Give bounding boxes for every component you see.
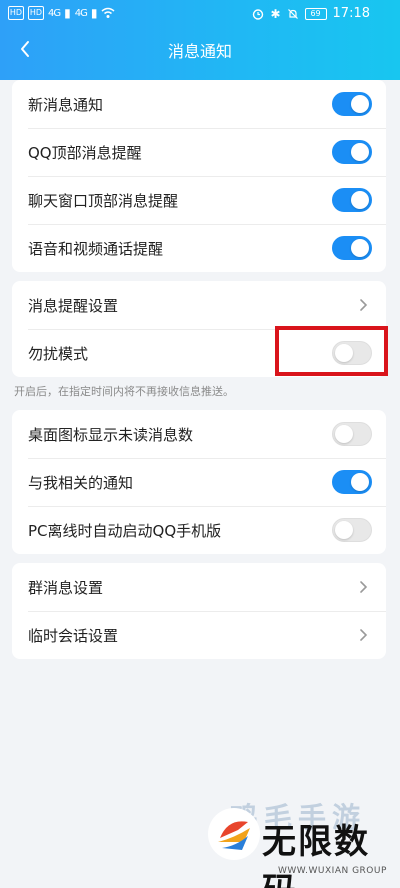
signal2-icon: ▮ [90, 6, 98, 20]
toggle-row: PC离线时自动启动QQ手机版 [12, 506, 386, 554]
group-message-settings-row[interactable]: 群消息设置 [12, 563, 386, 611]
page-title: 消息通知 [167, 42, 232, 61]
row-label: PC离线时自动启动QQ手机版 [28, 521, 222, 540]
row-label: 临时会话设置 [28, 626, 119, 645]
toggle-row: 聊天窗口顶部消息提醒 [12, 176, 386, 224]
sim2-icon: HD [28, 6, 44, 20]
alarm-icon [253, 8, 264, 20]
voice-video-call-reminder-toggle[interactable] [332, 236, 372, 260]
chevron-right-icon [360, 299, 368, 311]
bluetooth-icon: ✱ [270, 6, 281, 21]
battery-icon: 69 [304, 7, 327, 20]
row-label: 消息提醒设置 [28, 296, 119, 315]
toggle-row: 桌面图标显示未读消息数 [12, 410, 386, 458]
signal2-label: 4G [74, 7, 88, 19]
header: HD HD 4G ▮ 4G ▮ ✱ 69 17:18 消息通知 [0, 0, 400, 80]
row-label: 聊天窗口顶部消息提醒 [28, 191, 179, 210]
chat-window-top-reminder-toggle[interactable] [332, 188, 372, 212]
unread-badge-toggle[interactable] [332, 422, 372, 446]
toggle-row: 与我相关的通知 [12, 458, 386, 506]
chevron-right-icon [360, 629, 368, 641]
chevron-right-icon [360, 581, 368, 593]
sim1-icon: HD [8, 6, 24, 20]
mute-bell-icon [287, 8, 298, 19]
navbar: 消息通知 [0, 28, 400, 72]
chat-settings-card: 群消息设置 临时会话设置 [12, 563, 386, 659]
row-label: QQ顶部消息提醒 [28, 143, 142, 162]
toggle-row: 新消息通知 [12, 80, 386, 128]
clock: 17:18 [332, 6, 370, 21]
row-label: 群消息设置 [28, 578, 104, 597]
qq-top-reminder-toggle[interactable] [332, 140, 372, 164]
status-bar: HD HD 4G ▮ 4G ▮ ✱ 69 17:18 [0, 0, 400, 28]
signal1-label: 4G [48, 7, 61, 19]
row-label: 桌面图标显示未读消息数 [28, 425, 194, 444]
row-label: 勿扰模式 [28, 344, 89, 363]
notification-toggles-card: 新消息通知 QQ顶部消息提醒 聊天窗口顶部消息提醒 语音和视频通话提醒 [12, 80, 386, 272]
reminder-settings-row[interactable]: 消息提醒设置 [12, 281, 386, 329]
row-label: 新消息通知 [28, 95, 104, 114]
misc-toggles-card: 桌面图标显示未读消息数 与我相关的通知 PC离线时自动启动QQ手机版 [12, 410, 386, 554]
brand-url: WWW.WUXIAN GROUP [278, 866, 387, 876]
highlight-annotation [275, 326, 388, 376]
signal-icon: ▮ [64, 6, 71, 20]
related-to-me-toggle[interactable] [332, 470, 372, 494]
dnd-hint: 开启后，在指定时间内将不再接收信息推送。 [14, 385, 234, 398]
row-label: 与我相关的通知 [28, 473, 134, 492]
watermark: 鸡毛手游 无限数码 WWW.WUXIAN GROUP [200, 790, 400, 888]
toggle-row: QQ顶部消息提醒 [12, 128, 386, 176]
brand-logo-icon [208, 808, 260, 860]
new-message-toggle[interactable] [332, 92, 372, 116]
temp-chat-settings-row[interactable]: 临时会话设置 [12, 611, 386, 659]
row-label: 语音和视频通话提醒 [28, 239, 164, 258]
wifi-icon [101, 7, 115, 18]
toggle-row: 语音和视频通话提醒 [12, 224, 386, 272]
brand-name: 无限数码 [262, 822, 370, 888]
pc-offline-autostart-toggle[interactable] [332, 518, 372, 542]
